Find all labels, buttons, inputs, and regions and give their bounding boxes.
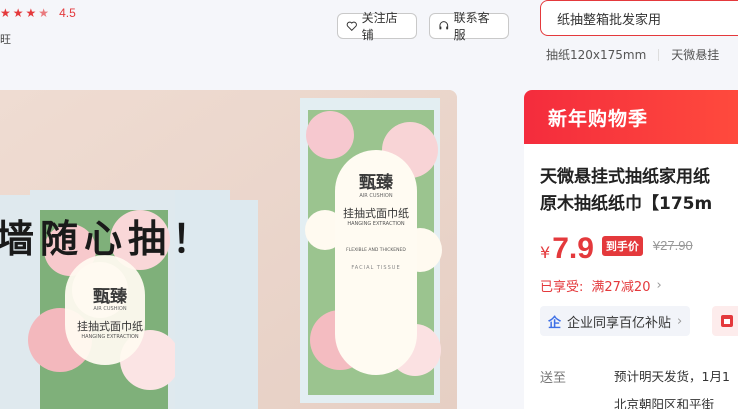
rating-value: 4.5 xyxy=(59,6,76,20)
search-input[interactable]: 纸抽整箱批发家用 xyxy=(540,0,738,36)
promo-panel: 新年购物季 天微悬挂式抽纸家用纸 原木抽纸纸巾【175m ¥ 7.9 到手价 ¥… xyxy=(524,90,738,409)
package-brand: 甄臻 xyxy=(359,173,393,193)
price-row: ¥ 7.9 到手价 ¥27.90 xyxy=(540,232,693,266)
product-title-line: 天微悬挂式抽纸家用纸 xyxy=(540,167,710,187)
product-gallery-image[interactable]: 墙随心抽！ 甄臻 AIR CUSHION 挂抽式面巾纸 HANGING EXTR… xyxy=(0,90,457,409)
product-title-line: 原木抽纸纸巾【175m xyxy=(540,194,713,214)
shop-rating: ★ ★ ★ ★ 4.5 xyxy=(0,6,76,20)
contact-service-button[interactable]: 联系客服 xyxy=(429,11,509,42)
promotion-value: 满27减20 xyxy=(591,280,651,295)
hot-search-list: 抽纸120x175mm 天微悬挂 xyxy=(546,46,719,63)
star-half-icon: ★ xyxy=(38,6,50,20)
top-bar: ★ ★ ★ ★ 4.5 旺 关注店铺 联系客服 纸抽整箱批发家用 抽纸120x1… xyxy=(0,0,738,90)
promotion-row[interactable]: 已享受: 满27减20 › xyxy=(540,276,662,295)
package-name-en: HANGING EXTRACTION xyxy=(81,334,139,340)
package-name-en: HANGING EXTRACTION xyxy=(347,221,405,227)
subsidy-label: 企业同享百亿补贴 xyxy=(567,315,672,331)
package-name: 挂抽式面巾纸 xyxy=(343,207,409,220)
shop-tag: 旺 xyxy=(0,33,11,46)
chevron-right-icon: › xyxy=(677,313,683,329)
panel-header: 新年购物季 xyxy=(524,90,738,144)
headset-icon xyxy=(439,21,449,30)
price-badge: 到手价 xyxy=(601,236,643,256)
package-brand: 甄臻 xyxy=(93,287,127,307)
gallery-slogan: 墙随心抽！ xyxy=(0,216,217,261)
hot-search-item[interactable]: 天微悬挂 xyxy=(671,46,719,63)
subsidy-chip[interactable]: 企 企业同享百亿补贴 › xyxy=(540,306,691,336)
coupon-chip[interactable] xyxy=(712,306,738,336)
original-price: ¥27.90 xyxy=(652,238,693,253)
star-icon: ★ xyxy=(12,6,24,20)
follow-shop-button[interactable]: 关注店铺 xyxy=(337,11,417,42)
divider xyxy=(658,48,660,61)
chevron-right-icon: › xyxy=(656,278,662,293)
hot-search-item[interactable]: 抽纸120x175mm xyxy=(546,46,646,63)
package-name: 挂抽式面巾纸 xyxy=(77,320,143,333)
heart-icon xyxy=(346,21,357,32)
package-arc-en: FACIAL TISSUE xyxy=(351,265,401,271)
star-icon: ★ xyxy=(25,6,37,20)
promotion-label: 已享受: xyxy=(540,280,584,295)
package-brand-en: AIR CUSHION xyxy=(93,306,127,312)
package-brand-en: AIR CUSHION xyxy=(359,193,393,199)
star-icon: ★ xyxy=(0,6,11,20)
package-feature-en: FLEXIBLE AND THICKENED xyxy=(346,248,406,253)
ship-to-label: 送至 xyxy=(540,371,567,386)
currency-symbol: ¥ xyxy=(540,243,551,262)
enterprise-icon: 企 xyxy=(548,315,562,331)
search-value: 纸抽整箱批发家用 xyxy=(557,12,662,28)
price-value: 7.9 xyxy=(552,232,594,265)
follow-shop-label: 关注店铺 xyxy=(361,11,398,42)
contact-service-label: 联系客服 xyxy=(453,11,490,42)
product-title: 天微悬挂式抽纸家用纸 原木抽纸纸巾【175m xyxy=(540,164,738,218)
ship-address[interactable]: 北京朝阳区和平街 xyxy=(614,394,714,409)
red-packet-icon xyxy=(721,315,733,327)
shipping-estimate: 预计明天发货，1月1 xyxy=(614,369,730,384)
